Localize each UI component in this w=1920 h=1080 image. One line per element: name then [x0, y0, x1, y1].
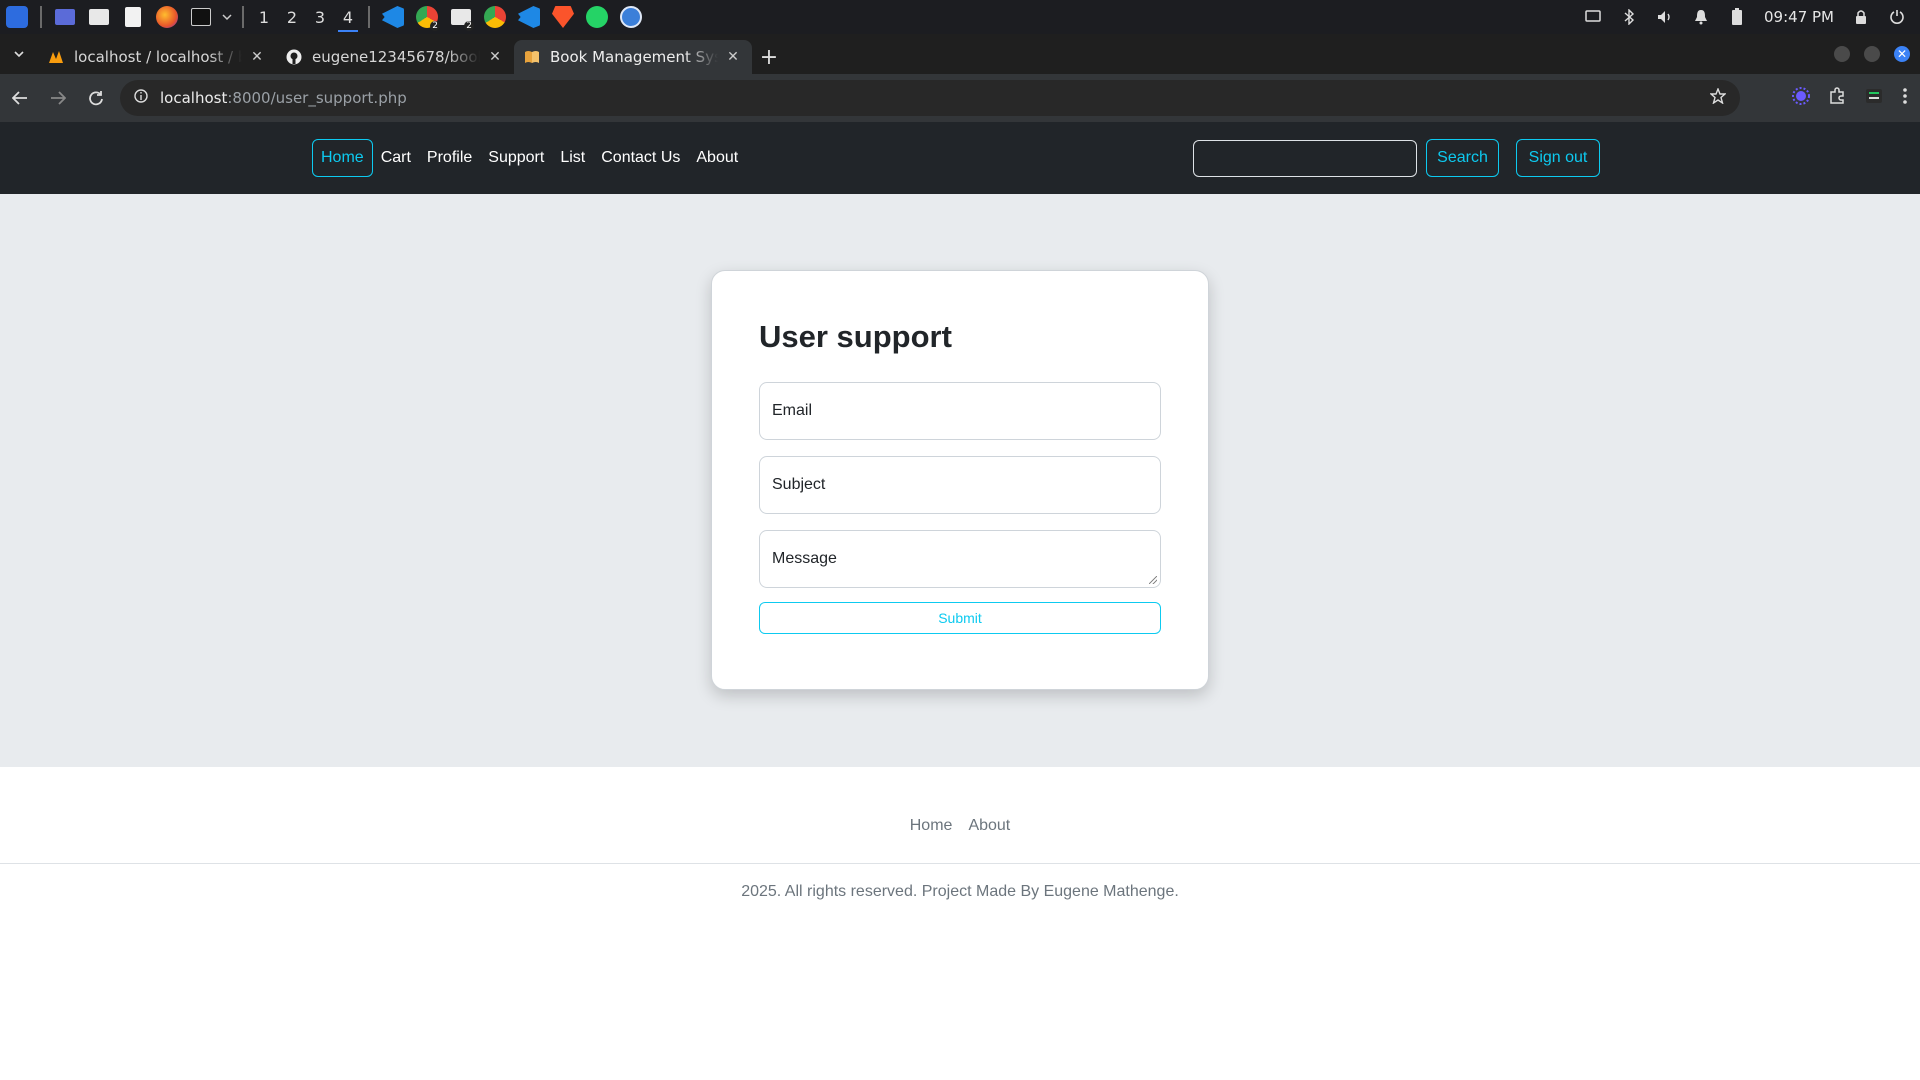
search-button[interactable]: Search: [1426, 139, 1499, 177]
nav-link-about[interactable]: About: [688, 139, 746, 177]
chevron-down-icon: [14, 51, 24, 58]
vscode-icon[interactable]: [378, 2, 408, 32]
window-close-button[interactable]: ✕: [1894, 46, 1910, 62]
menu-kebab-icon[interactable]: [1902, 87, 1908, 109]
os-taskbar: 1 2 3 4 2 2 09:47 PM: [0, 0, 1920, 34]
browser-toolbar: localhost:8000/user_support.php: [0, 74, 1920, 122]
extension-icon[interactable]: [1792, 87, 1810, 109]
bluetooth-icon[interactable]: [1620, 8, 1638, 26]
lock-icon[interactable]: [1852, 8, 1870, 26]
taskbar-separator: [40, 6, 42, 28]
close-icon[interactable]: ✕: [486, 48, 504, 66]
footer-link-about[interactable]: About: [968, 817, 1010, 835]
footer-divider: [0, 863, 1920, 864]
browser-tab-strip: localhost / localhost / books ✕ eugene12…: [0, 34, 1920, 74]
site-footer: Home About 2025. All rights reserved. Pr…: [0, 767, 1920, 1080]
nav-link-cart[interactable]: Cart: [373, 139, 419, 177]
kde-launcher-icon[interactable]: [2, 2, 32, 32]
monitor-app-icon[interactable]: [616, 2, 646, 32]
tab-title: eugene12345678/book_management: [312, 48, 480, 66]
arrow-left-icon: [12, 91, 27, 105]
puzzle-icon[interactable]: [1828, 87, 1846, 109]
whatsapp-icon[interactable]: [582, 2, 612, 32]
file-manager-icon[interactable]: 2: [446, 2, 476, 32]
nav-link-list[interactable]: List: [552, 139, 593, 177]
footer-links: Home About: [0, 817, 1920, 835]
footer-link-home[interactable]: Home: [910, 817, 953, 835]
submit-button[interactable]: Submit: [759, 602, 1161, 634]
window-count-badge: 2: [430, 21, 440, 31]
site-info-icon[interactable]: [134, 89, 148, 107]
workspace-3[interactable]: 3: [306, 2, 334, 32]
chrome-icon[interactable]: 2: [412, 2, 442, 32]
back-button[interactable]: [2, 80, 38, 116]
nav-link-profile[interactable]: Profile: [419, 139, 480, 177]
nav-link-support[interactable]: Support: [480, 139, 552, 177]
taskbar-left: 1 2 3 4 2 2: [0, 0, 648, 34]
chrome-icon[interactable]: [480, 2, 510, 32]
window-controls: ✕: [1834, 46, 1910, 62]
workspace-2[interactable]: 2: [278, 2, 306, 32]
search-input[interactable]: [1193, 140, 1417, 177]
support-form-card: User support Email Subject Message Submi…: [711, 270, 1209, 690]
battery-icon[interactable]: [1728, 8, 1746, 26]
tab-search-button[interactable]: [0, 34, 38, 74]
reload-icon: [89, 91, 103, 106]
book-icon: [524, 49, 540, 65]
terminal-icon[interactable]: [186, 2, 216, 32]
github-icon: [286, 49, 302, 65]
nav-link-home[interactable]: Home: [312, 139, 373, 177]
close-icon[interactable]: ✕: [724, 48, 742, 66]
nav-links: Home Cart Profile Support List Contact U…: [312, 139, 746, 177]
phpmyadmin-icon: [48, 49, 64, 65]
workspace-4[interactable]: 4: [334, 2, 362, 32]
close-icon[interactable]: ✕: [248, 48, 266, 66]
notification-bell-icon[interactable]: [1692, 8, 1710, 26]
site-navbar: Home Cart Profile Support List Contact U…: [0, 122, 1920, 194]
plus-icon: +: [759, 44, 779, 70]
tab-title: Book Management System: [550, 48, 718, 66]
address-bar[interactable]: localhost:8000/user_support.php: [120, 80, 1740, 116]
message-textarea[interactable]: Message: [759, 530, 1161, 588]
system-tray: 09:47 PM: [1584, 0, 1920, 34]
tab-title: localhost / localhost / books: [74, 48, 242, 66]
url-host: localhost: [160, 89, 228, 107]
power-icon[interactable]: [1888, 8, 1906, 26]
profile-icon[interactable]: [1864, 87, 1884, 109]
minimize-button[interactable]: [1834, 46, 1850, 62]
sign-out-button[interactable]: Sign out: [1516, 139, 1600, 177]
volume-icon[interactable]: [1656, 8, 1674, 26]
arrow-right-icon: [51, 91, 66, 105]
nav-link-contact-us[interactable]: Contact Us: [593, 139, 688, 177]
taskbar-separator: [368, 6, 370, 28]
copyright-text: 2025. All rights reserved. Project Made …: [741, 883, 1179, 900]
chevron-down-icon[interactable]: [220, 2, 234, 32]
workspace-1[interactable]: 1: [250, 2, 278, 32]
forward-button[interactable]: [40, 80, 76, 116]
document-viewer-icon[interactable]: [118, 2, 148, 32]
firefox-icon[interactable]: [152, 2, 182, 32]
page-title: User support: [759, 319, 952, 354]
url-path: :8000/user_support.php: [227, 89, 407, 107]
file-manager-icon[interactable]: [84, 2, 114, 32]
vscode-icon[interactable]: [514, 2, 544, 32]
brave-icon[interactable]: [548, 2, 578, 32]
browser-tab-book-management[interactable]: Book Management System ✕: [514, 40, 752, 74]
reload-button[interactable]: [78, 80, 114, 116]
new-tab-button[interactable]: +: [752, 40, 786, 74]
maximize-button[interactable]: [1864, 46, 1880, 62]
window-count-badge: 2: [464, 21, 474, 31]
email-field[interactable]: Email: [759, 382, 1161, 440]
desktop-icon[interactable]: [50, 2, 80, 32]
taskbar-separator: [242, 6, 244, 28]
screen-icon[interactable]: [1584, 8, 1602, 26]
subject-field[interactable]: Subject: [759, 456, 1161, 514]
clock[interactable]: 09:47 PM: [1764, 8, 1834, 26]
extensions-area: [1792, 74, 1920, 122]
browser-tab-phpmyadmin[interactable]: localhost / localhost / books ✕: [38, 40, 276, 74]
main-content: User support Email Subject Message Submi…: [0, 194, 1920, 767]
bookmark-star-icon[interactable]: [1709, 87, 1727, 108]
browser-tab-github[interactable]: eugene12345678/book_management ✕: [276, 40, 514, 74]
